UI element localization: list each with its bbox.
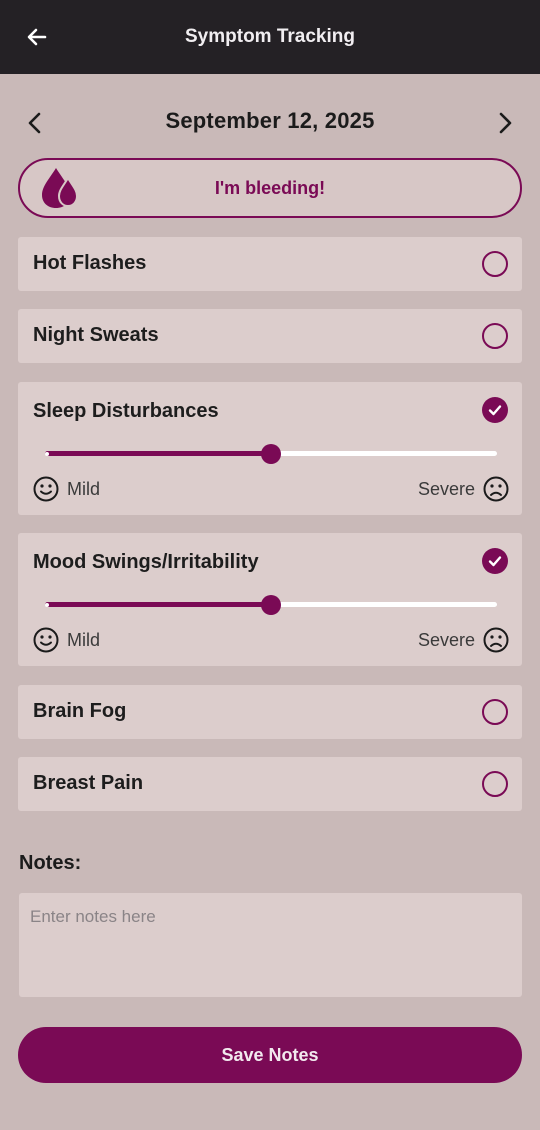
slider-start-dot <box>45 603 49 607</box>
symptom-checkbox[interactable] <box>482 323 508 349</box>
mild-label: Mild <box>67 629 101 650</box>
app-bar: Symptom Tracking <box>0 0 540 74</box>
symptom-brain-fog[interactable]: Brain Fog <box>18 685 522 739</box>
symptom-checkbox[interactable] <box>482 771 508 797</box>
symptom-checkbox[interactable] <box>482 548 508 574</box>
severity-slider[interactable] <box>45 444 497 464</box>
slider-fill <box>45 602 271 607</box>
slider-fill <box>45 451 271 456</box>
check-icon <box>488 556 502 567</box>
frown-icon <box>483 627 509 653</box>
symptom-label: Sleep Disturbances <box>33 400 219 422</box>
symptom-label: Hot Flashes <box>33 252 147 274</box>
bleeding-button[interactable]: I'm bleeding! <box>18 158 522 218</box>
date-navigator: September 12, 2025 <box>0 100 540 142</box>
symptom-label: Breast Pain <box>33 772 144 794</box>
symptom-breast-pain[interactable]: Breast Pain <box>18 757 522 811</box>
slider-thumb[interactable] <box>261 595 281 615</box>
symptom-sleep-disturbances[interactable]: Sleep Disturbances Mild Severe <box>18 382 522 515</box>
chevron-right-icon <box>499 112 512 134</box>
slider-thumb[interactable] <box>261 444 281 464</box>
symptom-checkbox[interactable] <box>482 251 508 277</box>
slider-start-dot <box>45 452 49 456</box>
notes-input[interactable] <box>19 893 522 997</box>
severity-scale: Mild Severe <box>33 476 509 504</box>
bleeding-label: I'm bleeding! <box>214 178 326 198</box>
severity-scale: Mild Severe <box>33 627 509 655</box>
symptom-label: Mood Swings/Irritability <box>33 551 259 573</box>
mild-label: Mild <box>67 478 101 499</box>
notes-label: Notes: <box>19 852 82 874</box>
symptom-label: Night Sweats <box>33 324 159 346</box>
current-date: September 12, 2025 <box>165 108 375 133</box>
frown-icon <box>483 476 509 502</box>
page-title: Symptom Tracking <box>185 26 355 47</box>
symptom-checkbox[interactable] <box>482 397 508 423</box>
severe-label: Severe <box>417 478 475 499</box>
symptom-label: Brain Fog <box>33 700 127 722</box>
smile-icon <box>33 627 59 653</box>
symptom-mood-swings[interactable]: Mood Swings/Irritability Mild Severe <box>18 533 522 666</box>
smile-icon <box>33 476 59 502</box>
mild-indicator: Mild <box>33 627 100 653</box>
severe-label: Severe <box>417 629 475 650</box>
symptom-night-sweats[interactable]: Night Sweats <box>18 309 522 363</box>
severe-indicator: Severe <box>418 627 509 653</box>
severe-indicator: Severe <box>418 476 509 502</box>
next-day-button[interactable] <box>490 108 520 138</box>
check-icon <box>488 405 502 416</box>
symptom-checkbox[interactable] <box>482 699 508 725</box>
save-notes-button[interactable]: Save Notes <box>18 1027 522 1083</box>
severity-slider[interactable] <box>45 595 497 615</box>
symptom-hot-flashes[interactable]: Hot Flashes <box>18 237 522 291</box>
mild-indicator: Mild <box>33 476 100 502</box>
